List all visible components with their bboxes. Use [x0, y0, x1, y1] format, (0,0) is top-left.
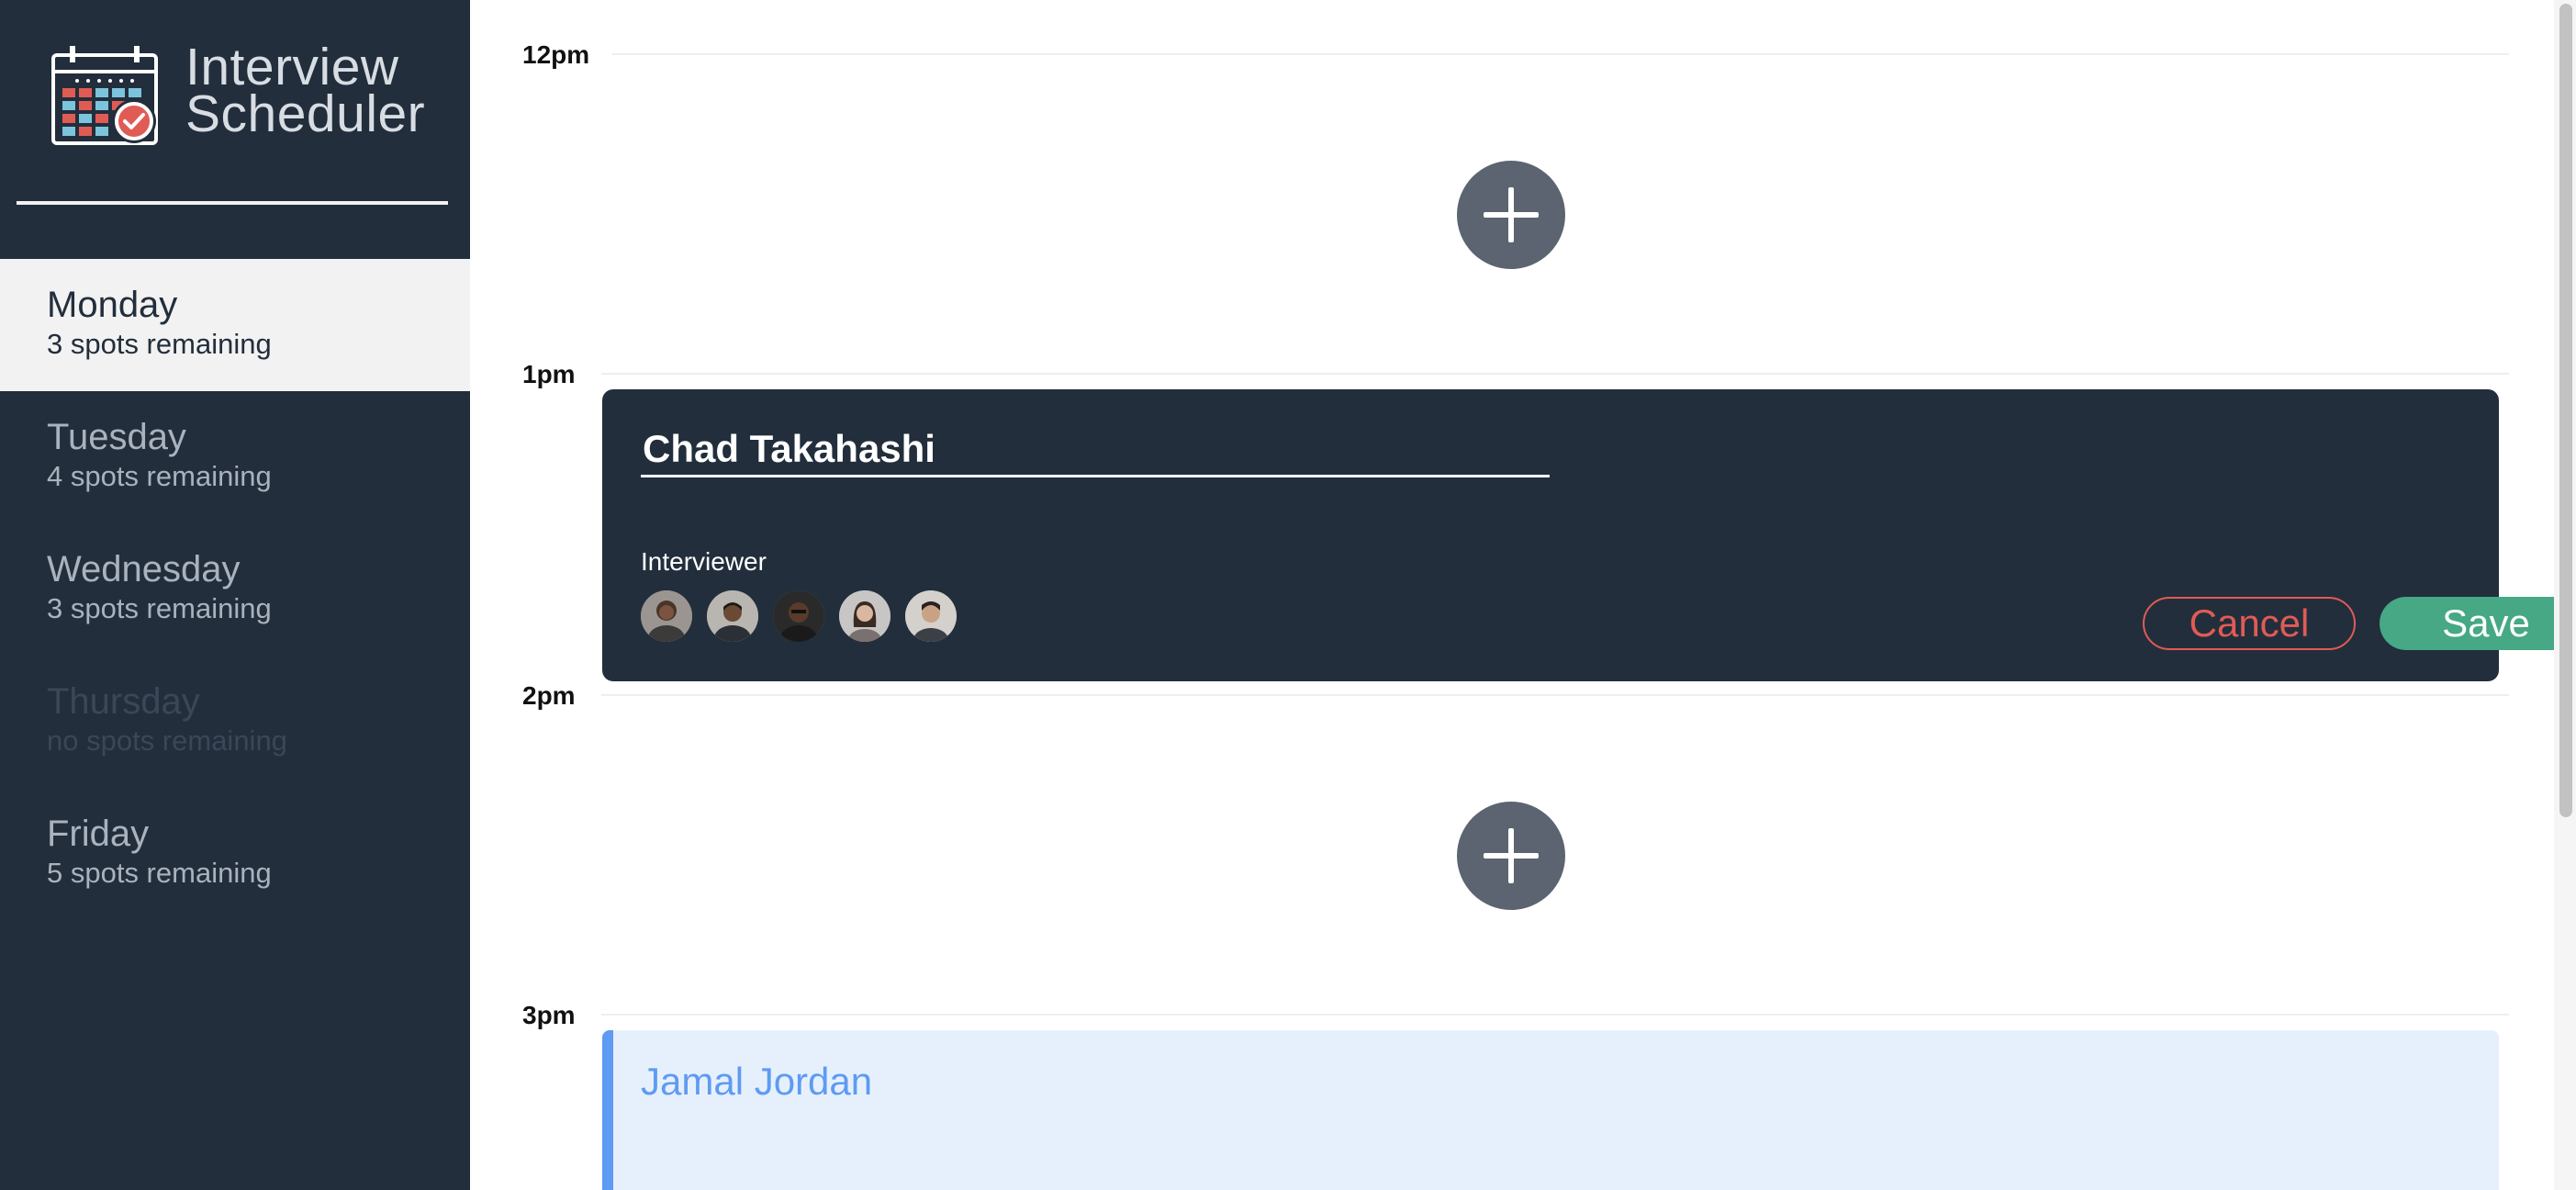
student-name: Jamal Jordan: [641, 1060, 873, 1103]
scrollbar-thumb[interactable]: [2559, 4, 2572, 817]
interviewer-avatar[interactable]: [707, 590, 758, 642]
sidebar-divider: [17, 201, 448, 205]
day-item-monday[interactable]: Monday 3 spots remaining: [0, 259, 470, 391]
interviewer-avatar[interactable]: [641, 590, 692, 642]
day-item-thursday[interactable]: Thursday no spots remaining: [0, 656, 470, 788]
day-spots: 4 spots remaining: [47, 460, 272, 492]
day-name: Friday: [47, 814, 150, 854]
day-item-friday[interactable]: Friday 5 spots remaining: [0, 788, 470, 920]
time-label-1pm: 1pm: [522, 360, 576, 388]
add-appointment-button[interactable]: [1457, 802, 1565, 910]
scrollbar[interactable]: [2554, 0, 2576, 1190]
interviewer-avatar[interactable]: [839, 590, 890, 642]
day-item-tuesday[interactable]: Tuesday 4 spots remaining: [0, 391, 470, 523]
interviewer-avatar[interactable]: [773, 590, 824, 642]
interviewer-label: Interviewer: [641, 547, 767, 576]
day-spots: no spots remaining: [47, 724, 287, 757]
cancel-button[interactable]: Cancel: [2143, 597, 2356, 650]
hour-divider: [612, 53, 2509, 55]
hour-divider: [601, 373, 2509, 375]
appointment-form: Interviewer Cancel Save: [602, 389, 2576, 681]
save-button[interactable]: Save: [2380, 597, 2576, 650]
hour-divider: [601, 1014, 2509, 1016]
student-name-input[interactable]: [641, 422, 1550, 477]
day-name: Thursday: [47, 681, 200, 722]
day-item-wednesday[interactable]: Wednesday 3 spots remaining: [0, 523, 470, 656]
hour-divider: [601, 694, 2509, 696]
day-list: Monday 3 spots remaining Tuesday 4 spots…: [0, 259, 470, 920]
interviewer-avatar[interactable]: [905, 590, 957, 642]
app: Interview Scheduler Monday 3 spots remai…: [0, 0, 2576, 1190]
day-spots: 3 spots remaining: [47, 592, 272, 624]
app-title-line2: Scheduler: [185, 84, 426, 143]
day-name: Wednesday: [47, 549, 241, 589]
add-appointment-button[interactable]: [1457, 161, 1565, 269]
time-label-3pm: 3pm: [522, 1001, 576, 1029]
sidebar: Interview Scheduler Monday 3 spots remai…: [0, 0, 470, 1190]
booked-appointment[interactable]: Jamal Jordan: [602, 1030, 2499, 1190]
calendar-check-icon: [51, 46, 158, 145]
schedule: 12pm 1pm Interviewer: [470, 0, 2576, 1190]
app-title: Interview Scheduler: [185, 41, 426, 143]
day-name: Monday: [47, 285, 178, 325]
time-label-2pm: 2pm: [522, 681, 576, 710]
day-name: Tuesday: [47, 417, 186, 457]
interviewer-list: [641, 590, 957, 642]
day-spots: 5 spots remaining: [47, 857, 272, 889]
time-label-12pm: 12pm: [522, 40, 590, 69]
day-spots: 3 spots remaining: [47, 328, 272, 360]
